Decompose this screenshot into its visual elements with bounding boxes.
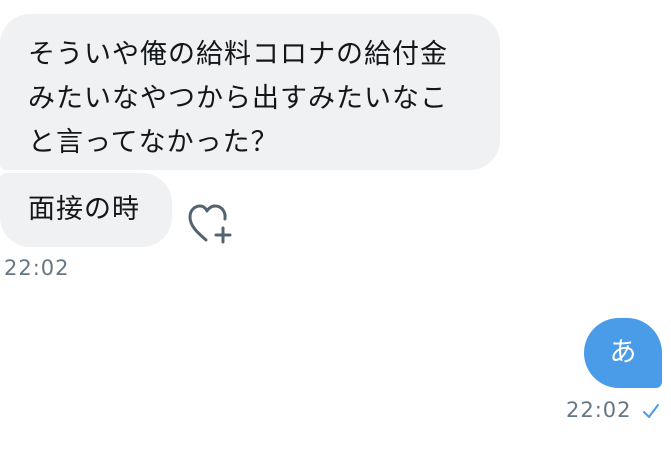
sent-message-bubble[interactable]: あ xyxy=(584,318,662,388)
dm-conversation: そういや俺の給料コロナの給付金 みたいなやつから出すみたいなこ と言ってなかった… xyxy=(0,0,671,473)
message-line: そういや俺の給料コロナの給付金 xyxy=(28,39,448,70)
received-message-bubble[interactable]: 面接の時 xyxy=(0,173,172,247)
message-text: あ xyxy=(609,337,637,368)
message-timestamp: 22:02 xyxy=(566,398,632,422)
message-timestamp: 22:02 xyxy=(4,256,70,280)
checkmark-icon xyxy=(643,404,659,418)
add-reaction-button[interactable] xyxy=(186,200,234,246)
message-line: と言ってなかった？ xyxy=(28,127,279,158)
received-message-bubble[interactable]: そういや俺の給料コロナの給付金 みたいなやつから出すみたいなこ と言ってなかった… xyxy=(0,14,500,170)
message-line: みたいなやつから出すみたいなこ xyxy=(28,83,448,114)
message-line: 面接の時 xyxy=(28,194,140,225)
heart-plus-icon xyxy=(188,204,232,244)
